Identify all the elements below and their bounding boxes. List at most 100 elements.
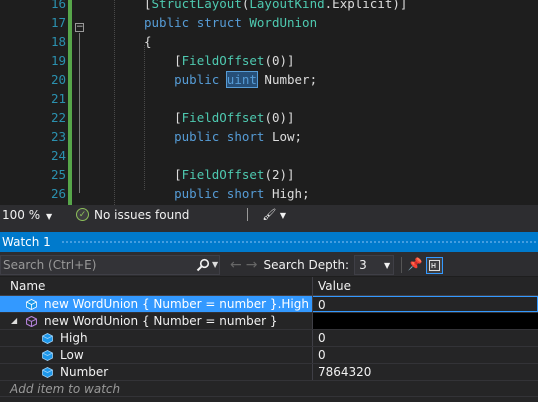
watch-value[interactable]: 0 xyxy=(313,347,538,363)
field-icon xyxy=(42,350,53,361)
code-line[interactable]: 24 xyxy=(0,146,538,165)
search-depth-label: Search Depth: xyxy=(263,258,350,272)
code-token: { xyxy=(144,34,152,49)
column-header-name[interactable]: Name xyxy=(0,277,313,295)
code-text[interactable]: public uint Number; xyxy=(144,70,317,89)
grid-header: Name Value xyxy=(0,277,538,296)
watch-window-header: Watch 1 xyxy=(0,224,538,254)
code-cleanup-button[interactable]: 🖌 ▼ xyxy=(262,208,286,221)
search-icon[interactable] xyxy=(196,258,210,272)
watch-value[interactable]: 7864320 xyxy=(313,364,538,380)
code-line[interactable]: 16 [StructLayout(LayoutKind.Explicit)] xyxy=(0,0,538,13)
code-token: struct xyxy=(196,15,242,30)
field-icon xyxy=(26,299,37,310)
code-line[interactable]: 18 { xyxy=(0,32,538,51)
collapse-triangle-icon[interactable]: ◢ xyxy=(11,313,17,329)
watch-value[interactable] xyxy=(313,313,538,329)
zoom-level: 100 % xyxy=(2,207,41,222)
code-token: [ xyxy=(144,0,152,11)
field-icon xyxy=(42,333,53,344)
watch-row[interactable]: ◢ new WordUnion { Number = number } xyxy=(0,313,538,330)
editor-status-bar: 100 % ▼ ✓ No issues found 🖌 ▼ xyxy=(0,205,538,224)
code-token: (0)] xyxy=(264,53,295,68)
watch-grid: Name Value new WordUnion { Number = numb… xyxy=(0,277,538,402)
code-token: public xyxy=(144,15,190,30)
search-depth-select[interactable]: 3 ▼ xyxy=(354,255,395,275)
zoom-dropdown[interactable]: 100 % ▼ xyxy=(2,208,62,222)
chevron-down-icon: ▼ xyxy=(383,260,391,270)
search-next-button[interactable]: → xyxy=(246,257,258,273)
code-line[interactable]: 23 public short Low; xyxy=(0,127,538,146)
watch-row[interactable]: Low 0 xyxy=(0,347,538,364)
watch-title: Watch 1 xyxy=(2,235,51,249)
watch-expression: new WordUnion { Number = number } xyxy=(44,314,278,328)
code-token: short xyxy=(226,186,265,201)
code-line[interactable]: 22 [FieldOffset(0)] xyxy=(0,108,538,127)
watch-member-name: Number xyxy=(60,365,109,379)
column-header-value[interactable]: Value xyxy=(313,277,538,295)
code-text[interactable]: public short Low; xyxy=(144,127,302,146)
struct-icon xyxy=(26,316,37,327)
line-number: 16 xyxy=(50,0,66,11)
search-input[interactable] xyxy=(1,256,191,274)
chevron-down-icon[interactable]: ▼ xyxy=(212,260,218,269)
hex-icon xyxy=(429,259,441,271)
watch-row-name-cell[interactable]: Number xyxy=(0,364,313,380)
code-text[interactable]: [StructLayout(LayoutKind.Explicit)] xyxy=(144,0,407,13)
code-token: FieldOffset xyxy=(181,110,265,125)
code-token: WordUnion xyxy=(249,15,318,30)
line-number: 20 xyxy=(50,72,66,87)
watch-member-name: Low xyxy=(60,348,84,362)
search-depth-value: 3 xyxy=(359,258,367,272)
code-line[interactable]: 20 public uint Number; xyxy=(0,70,538,89)
pin-icon[interactable]: 📌 xyxy=(407,257,423,273)
chevron-down-icon: ▼ xyxy=(279,211,287,220)
hex-display-button[interactable] xyxy=(426,256,444,274)
code-line[interactable]: 19 [FieldOffset(0)] xyxy=(0,51,538,70)
code-line[interactable]: 25 [FieldOffset(2)] xyxy=(0,165,538,184)
watch-value[interactable]: 0 xyxy=(313,330,538,346)
watch-row-name-cell[interactable]: new WordUnion { Number = number }.High xyxy=(0,296,313,312)
watch-row-name-cell[interactable]: Low xyxy=(0,347,313,363)
search-previous-button[interactable]: ← xyxy=(230,257,242,273)
code-text[interactable]: public struct WordUnion xyxy=(144,13,317,32)
code-line[interactable]: 21 xyxy=(0,89,538,108)
code-token: FieldOffset xyxy=(181,53,265,68)
line-number: 24 xyxy=(50,148,66,163)
watch-row[interactable]: new WordUnion { Number = number }.High 0 xyxy=(0,296,538,313)
code-token: (2)] xyxy=(264,167,295,182)
watch-row-name-cell[interactable]: ◢ new WordUnion { Number = number } xyxy=(0,313,313,329)
watch-value[interactable]: 0 xyxy=(313,296,538,312)
code-token: Number; xyxy=(256,72,318,87)
code-text[interactable]: public short High; xyxy=(144,184,309,203)
code-text[interactable]: { xyxy=(144,32,152,51)
code-line[interactable]: 17 public struct WordUnion xyxy=(0,13,538,32)
issues-status[interactable]: No issues found xyxy=(94,208,189,222)
check-circle-icon: ✓ xyxy=(76,208,89,221)
code-editor[interactable]: − 16 [StructLayout(LayoutKind.Explicit)] 1… xyxy=(0,0,538,205)
code-text[interactable]: [FieldOffset(0)] xyxy=(144,108,294,127)
add-watch-item-placeholder[interactable]: Add item to watch xyxy=(0,381,538,397)
code-text[interactable]: [FieldOffset(0)] xyxy=(144,51,295,70)
drag-grip[interactable] xyxy=(60,239,538,245)
line-number: 25 xyxy=(50,167,66,182)
code-text[interactable]: [FieldOffset(2)] xyxy=(144,165,295,184)
line-number: 18 xyxy=(50,34,66,49)
watch-expression: new WordUnion { Number = number }.High xyxy=(44,297,309,311)
divider xyxy=(247,208,249,221)
code-line[interactable]: 26 public short High; xyxy=(0,184,538,203)
code-token: public xyxy=(174,186,220,201)
tab-watch-1[interactable]: Watch 1 xyxy=(0,232,538,252)
watch-toolbar: ▼ ← → Search Depth: 3 ▼ 📌 xyxy=(0,254,538,276)
watch-row[interactable]: Number 7864320 xyxy=(0,364,538,381)
watch-row-name-cell[interactable]: High xyxy=(0,330,313,346)
code-token: [ xyxy=(144,110,182,125)
code-token: StructLayout xyxy=(151,0,242,11)
watch-row[interactable]: High 0 xyxy=(0,330,538,347)
line-number: 21 xyxy=(50,91,66,106)
code-token: short xyxy=(226,129,265,144)
line-number: 17 xyxy=(50,15,66,30)
